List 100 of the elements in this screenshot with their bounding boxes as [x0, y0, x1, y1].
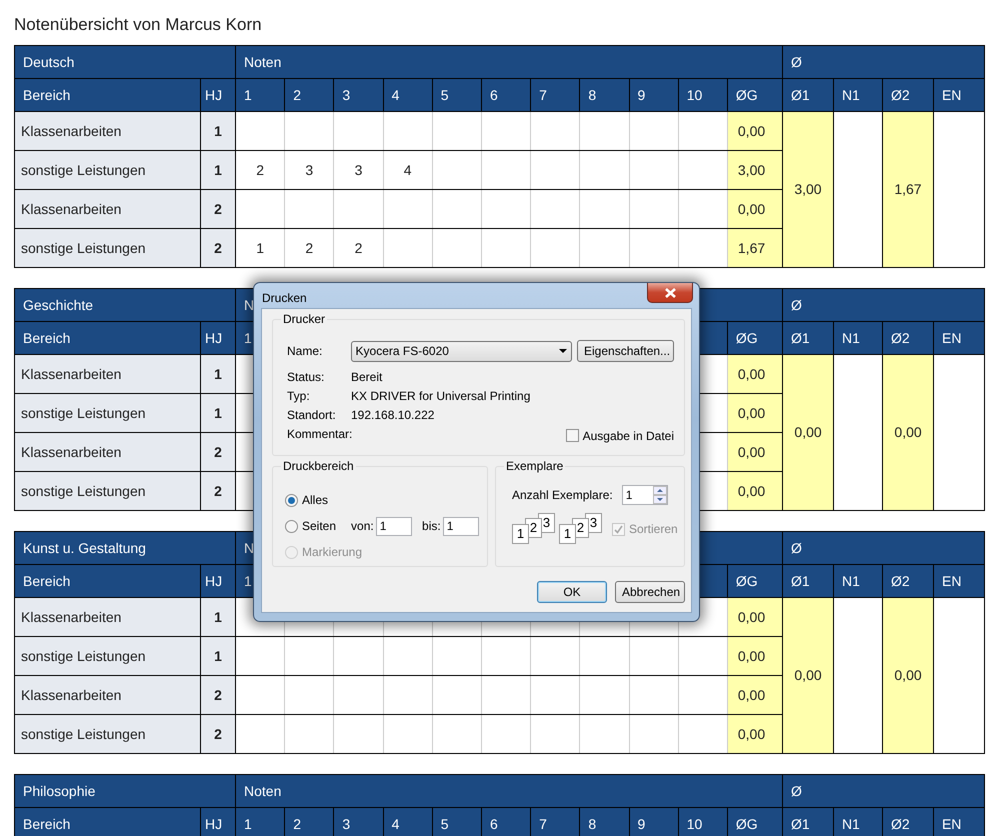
column-header: ØG [727, 322, 783, 354]
table-cell: sonstige Leistungen [14, 394, 200, 432]
column-header: 9 [629, 808, 678, 836]
table-cell: sonstige Leistungen [14, 636, 200, 676]
table-cell: 2 [200, 190, 236, 228]
column-header: 4 [383, 78, 432, 112]
table-cell: 2 [200, 432, 236, 472]
column-header: 10 [678, 78, 728, 112]
column-header: HJ [200, 78, 236, 112]
grade-cell: 3 [284, 150, 334, 190]
column-header: Ø1 [782, 322, 834, 354]
table-cell: sonstige Leistungen [14, 150, 200, 190]
column-group-header: Ø [782, 774, 984, 808]
average-cell: 0,00 [727, 598, 783, 636]
subject-header: Kunst u. Gestaltung [14, 532, 236, 564]
field-label: Typ: [287, 388, 311, 404]
dialog-button[interactable]: OK [537, 581, 607, 603]
column-header: ØG [727, 564, 783, 598]
column-header: 5 [432, 808, 482, 836]
column-header: 2 [284, 808, 334, 836]
radio-button[interactable] [285, 520, 298, 532]
column-header: Bereich [14, 322, 200, 354]
close-button[interactable] [647, 283, 693, 303]
radio-button[interactable] [285, 494, 298, 506]
caret-icon [559, 349, 567, 353]
average-cell: 0,00 [727, 354, 783, 394]
table-cell: 1 [200, 598, 236, 636]
radio-label: Alles [302, 492, 328, 509]
column-header: N1 [834, 564, 883, 598]
table-cell: Klassenarbeiten [14, 432, 200, 472]
checkbox-label: Ausgabe in Datei [582, 428, 674, 444]
column-header: 4 [383, 808, 432, 836]
subject-header: Philosophie [14, 774, 236, 808]
subject-header: Deutsch [14, 46, 236, 78]
document-page: 1 [512, 524, 529, 544]
column-header: 6 [481, 78, 531, 112]
average-cell: 0,00 [727, 676, 783, 714]
average-cell: 0,00 [882, 598, 934, 754]
column-header: ØG [727, 78, 782, 112]
checkbox[interactable] [566, 429, 579, 442]
field-label: Standort: [287, 406, 337, 424]
column-header: 8 [580, 78, 630, 112]
table-cell: sonstige Leistungen [14, 228, 200, 268]
column-header: EN [933, 78, 984, 112]
average-cell: 1,67 [882, 112, 934, 268]
field-label: Status: [287, 368, 326, 386]
page-to-field[interactable]: 1 [442, 516, 479, 536]
average-cell: 0,00 [727, 636, 783, 676]
column-header: 7 [530, 808, 580, 836]
average-cell: 3,00 [782, 112, 834, 268]
table-cell: Klassenarbeiten [14, 112, 200, 150]
column-header: Bereich [14, 808, 200, 836]
properties-button[interactable]: Eigenschaften... [577, 340, 674, 362]
table-cell: 2 [200, 714, 236, 754]
column-group-header: Ø [782, 288, 985, 322]
page-title: Notenübersicht von Marcus Korn [14, 14, 263, 36]
field-value: KX DRIVER for Universal Printing [351, 388, 530, 404]
dialog-button[interactable]: Abbrechen [615, 581, 685, 603]
column-group-header: Ø [782, 532, 985, 564]
group-label: Druckbereich [281, 459, 356, 473]
column-header: Ø2 [882, 322, 934, 354]
column-header: 9 [629, 78, 678, 112]
column-group-header: Noten [236, 774, 782, 808]
copies-spinner[interactable]: 1 [622, 485, 668, 505]
column-header: HJ [200, 808, 236, 836]
column-header: Ø2 [882, 564, 934, 598]
table-cell: 1 [200, 394, 236, 432]
spin-arrows-icon[interactable] [652, 486, 667, 504]
column-header: Ø2 [882, 78, 934, 112]
average-cell: 3,00 [727, 150, 782, 190]
column-header: Bereich [14, 78, 200, 112]
printer-dropdown[interactable]: Kyocera FS-6020 [350, 340, 572, 362]
dialog-title: Drucken [262, 290, 307, 307]
column-header: 8 [580, 808, 630, 836]
table-cell: Klassenarbeiten [14, 354, 200, 394]
column-header: N1 [833, 808, 882, 836]
column-header: 5 [432, 78, 482, 112]
dropdown-value: Kyocera FS-6020 [356, 343, 449, 360]
column-header: 10 [678, 808, 728, 836]
table-cell: 1 [200, 112, 236, 150]
average-cell: 0,00 [782, 354, 834, 510]
subject-header: Geschichte [14, 288, 236, 322]
column-header: EN [934, 564, 985, 598]
column-header: ØG [727, 808, 782, 836]
column-header: HJ [200, 322, 236, 354]
column-header: 1 [236, 78, 285, 112]
column-header: 2 [284, 78, 334, 112]
grade-cell: 2 [284, 228, 334, 268]
column-header: N1 [833, 78, 882, 112]
column-header: EN [934, 322, 985, 354]
field-label: Kommentar: [287, 426, 351, 442]
field-value: Bereit [351, 368, 382, 386]
document-page: 1 [559, 524, 576, 544]
grade-cell: 3 [334, 150, 384, 190]
grade-cell: 2 [236, 150, 285, 190]
grade-cell: 4 [383, 150, 432, 190]
page-from-field[interactable]: 1 [376, 516, 412, 536]
field-value: 192.168.10.222 [351, 406, 434, 424]
column-group-header: Ø [782, 46, 984, 78]
column-group-header: Noten [236, 46, 782, 78]
